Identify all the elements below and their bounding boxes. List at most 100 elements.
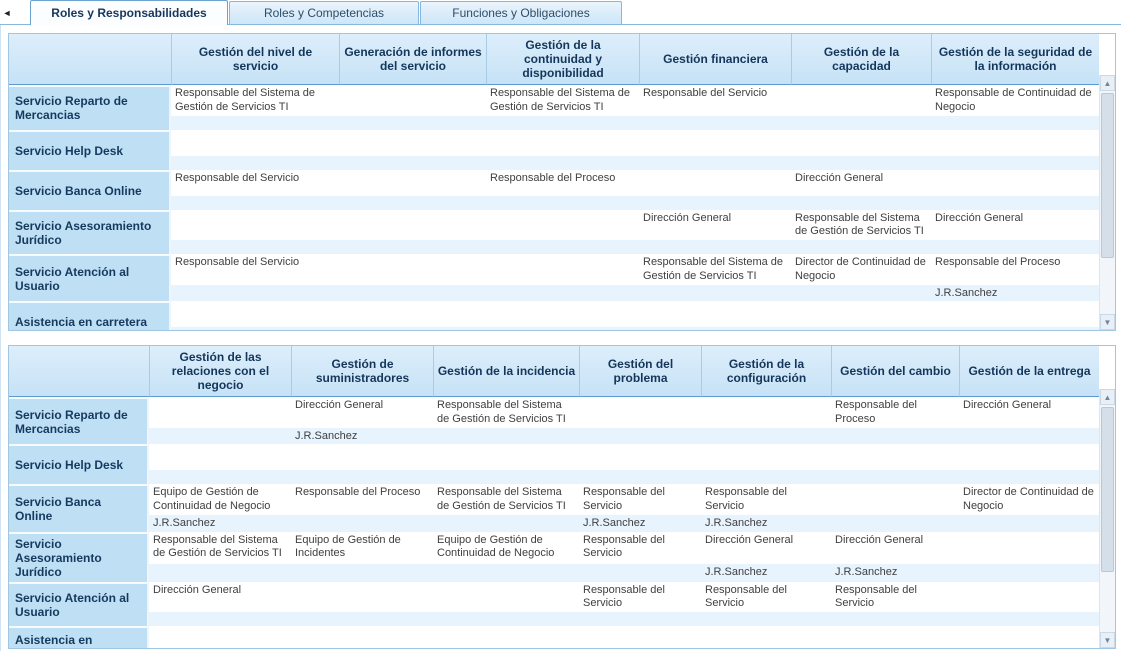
role-cell-secondary[interactable] (291, 470, 433, 484)
role-cell[interactable]: Dirección General (831, 532, 959, 564)
role-cell-secondary[interactable] (701, 470, 831, 484)
role-cell[interactable]: Responsable del Proceso (486, 170, 639, 196)
role-cell[interactable]: Responsable del Sistema de Gestión de Se… (639, 254, 791, 285)
role-cell-secondary[interactable] (701, 428, 831, 445)
role-cell[interactable]: Responsable del Servicio (639, 85, 791, 116)
role-cell-secondary[interactable] (171, 196, 339, 210)
role-cell-secondary[interactable] (149, 564, 291, 582)
role-cell[interactable] (433, 582, 579, 613)
role-cell[interactable]: Responsable del Servicio (579, 484, 701, 515)
role-cell-secondary[interactable] (486, 116, 639, 130)
role-cell[interactable]: Responsable del Proceso (291, 484, 433, 515)
role-cell[interactable] (486, 301, 639, 327)
role-cell[interactable]: Responsable del Servicio (579, 532, 701, 564)
role-cell[interactable]: Dirección General (931, 210, 1099, 241)
role-cell[interactable]: Responsable del Servicio (701, 484, 831, 515)
role-cell-secondary[interactable] (339, 240, 486, 254)
role-cell[interactable] (433, 626, 579, 649)
role-cell[interactable]: Responsable del Servicio (171, 170, 339, 196)
role-cell-secondary[interactable] (791, 156, 931, 170)
role-cell-secondary[interactable] (486, 156, 639, 170)
role-cell[interactable] (931, 130, 1099, 156)
role-cell-secondary[interactable] (433, 515, 579, 532)
role-cell-secondary[interactable] (831, 428, 959, 445)
role-cell[interactable] (579, 626, 701, 649)
role-cell[interactable] (486, 254, 639, 285)
tab-roles-y-responsabilidades[interactable]: Roles y Responsabilidades (30, 0, 228, 25)
role-cell-secondary[interactable] (791, 327, 931, 331)
role-cell[interactable] (639, 130, 791, 156)
role-cell-secondary[interactable] (931, 156, 1099, 170)
role-cell-secondary[interactable] (791, 196, 931, 210)
tab-roles-y-competencias[interactable]: Roles y Competencias (229, 1, 419, 24)
role-cell[interactable]: Dirección General (291, 397, 433, 428)
role-cell-secondary[interactable] (433, 428, 579, 445)
scroll-up-button[interactable]: ▲ (1100, 75, 1115, 91)
role-cell-secondary[interactable] (339, 196, 486, 210)
vertical-scrollbar[interactable]: ▲ ▼ (1099, 389, 1115, 648)
role-cell-secondary[interactable] (579, 564, 701, 582)
role-cell[interactable] (701, 626, 831, 649)
role-cell[interactable] (339, 130, 486, 156)
role-cell-secondary[interactable] (959, 428, 1099, 445)
role-cell[interactable] (831, 444, 959, 470)
role-cell[interactable] (486, 210, 639, 241)
role-cell-secondary[interactable] (486, 285, 639, 302)
role-cell-secondary[interactable] (931, 240, 1099, 254)
role-cell-secondary[interactable] (959, 564, 1099, 582)
role-cell-secondary[interactable] (959, 470, 1099, 484)
role-cell-secondary[interactable] (831, 515, 959, 532)
role-cell-secondary[interactable] (579, 470, 701, 484)
role-cell[interactable]: Dirección General (639, 210, 791, 241)
role-cell-secondary[interactable]: J.R.Sanchez (579, 515, 701, 532)
role-cell-secondary[interactable]: J.R.Sanchez (291, 428, 433, 445)
role-cell[interactable] (931, 301, 1099, 327)
role-cell[interactable]: Equipo de Gestión de Continuidad de Nego… (149, 484, 291, 515)
role-cell[interactable]: Responsable del Proceso (831, 397, 959, 428)
role-cell-secondary[interactable] (831, 470, 959, 484)
role-cell-secondary[interactable] (639, 327, 791, 331)
role-cell[interactable] (433, 444, 579, 470)
scrollbar-thumb[interactable] (1101, 93, 1114, 258)
role-cell-secondary[interactable] (339, 285, 486, 302)
role-cell[interactable]: Equipo de Gestión de Incidentes (291, 532, 433, 564)
role-cell-secondary[interactable] (639, 240, 791, 254)
role-cell[interactable] (171, 130, 339, 156)
role-cell[interactable] (339, 210, 486, 241)
role-cell-secondary[interactable]: J.R.Sanchez (831, 564, 959, 582)
role-cell[interactable] (831, 626, 959, 649)
role-cell-secondary[interactable]: J.R.Sanchez (701, 515, 831, 532)
role-cell-secondary[interactable] (791, 285, 931, 302)
role-cell[interactable]: Responsable del Sistema de Gestión de Se… (149, 532, 291, 564)
role-cell[interactable]: Responsable del Sistema de Gestión de Se… (486, 85, 639, 116)
role-cell[interactable] (959, 444, 1099, 470)
role-cell-secondary[interactable] (291, 515, 433, 532)
role-cell[interactable]: Responsable del Servicio (831, 582, 959, 613)
role-cell-secondary[interactable] (639, 156, 791, 170)
role-cell[interactable]: Responsable del Sistema de Gestión de Se… (433, 484, 579, 515)
role-cell[interactable]: Responsable del Proceso (931, 254, 1099, 285)
role-cell[interactable] (639, 301, 791, 327)
scroll-down-button[interactable]: ▼ (1100, 632, 1115, 648)
role-cell-secondary[interactable] (639, 196, 791, 210)
role-cell-secondary[interactable] (579, 612, 701, 626)
role-cell-secondary[interactable] (931, 116, 1099, 130)
role-cell[interactable] (291, 444, 433, 470)
role-cell[interactable]: Director de Continuidad de Negocio (959, 484, 1099, 515)
role-cell-secondary[interactable]: J.R.Sanchez (701, 564, 831, 582)
role-cell[interactable] (639, 170, 791, 196)
role-cell-secondary[interactable] (171, 327, 339, 331)
role-cell[interactable] (291, 582, 433, 613)
role-cell-secondary[interactable] (433, 564, 579, 582)
role-cell-secondary[interactable] (791, 240, 931, 254)
role-cell-secondary[interactable] (639, 285, 791, 302)
role-cell-secondary[interactable] (701, 612, 831, 626)
role-cell[interactable] (701, 444, 831, 470)
role-cell[interactable] (149, 444, 291, 470)
scrollbar-thumb[interactable] (1101, 407, 1114, 572)
role-cell-secondary[interactable] (433, 470, 579, 484)
role-cell-secondary[interactable]: J.R.Sanchez (149, 515, 291, 532)
role-cell[interactable]: Responsable del Sistema de Gestión de Se… (433, 397, 579, 428)
role-cell[interactable]: Dirección General (959, 397, 1099, 428)
role-cell[interactable]: Responsable del Servicio (171, 254, 339, 285)
